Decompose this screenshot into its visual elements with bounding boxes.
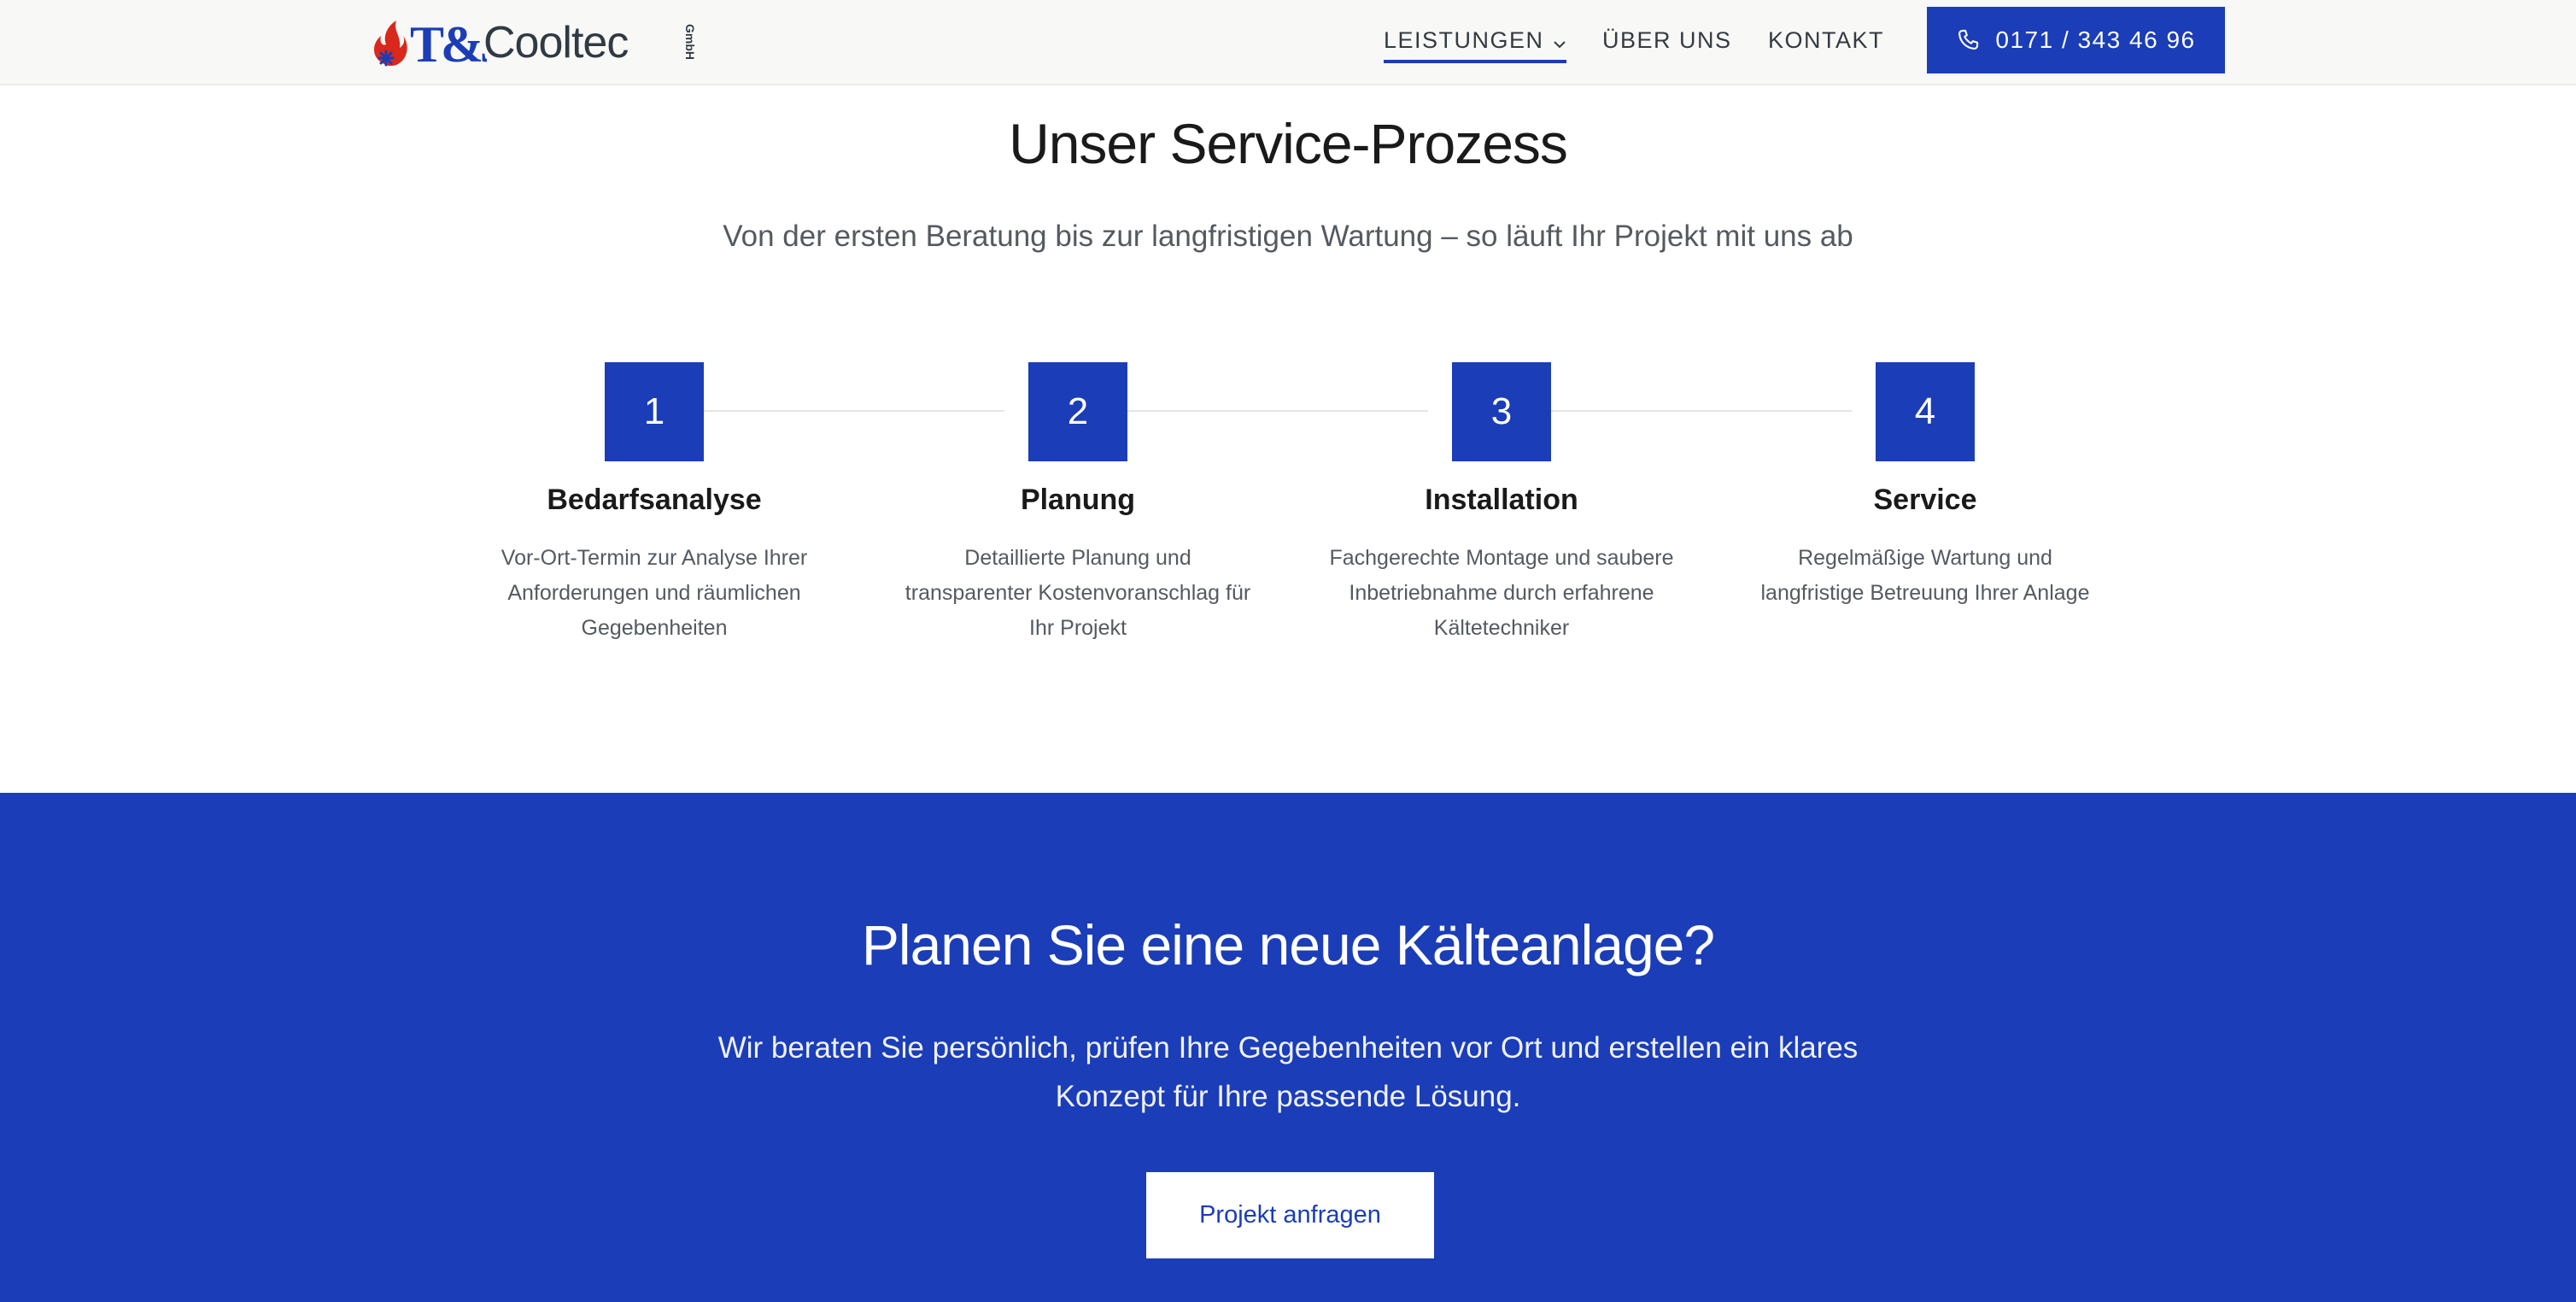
step-title: Bedarfsanalyse — [547, 484, 762, 516]
project-request-button[interactable]: Projekt anfragen — [1146, 1172, 1434, 1258]
step-number: 4 — [1876, 362, 1975, 461]
nav-ueber-uns[interactable]: ÜBER UNS — [1602, 27, 1732, 54]
step-title: Service — [1873, 484, 1977, 516]
nav-leistungen[interactable]: LEISTUNGEN — [1384, 27, 1566, 64]
step-number: 1 — [605, 362, 704, 461]
step-description: Vor-Ort-Termin zur Analyse Ihrer Anforde… — [501, 546, 808, 640]
step-number: 2 — [1028, 362, 1127, 461]
chevron-down-icon — [1553, 28, 1566, 55]
nav-leistungen-label: LEISTUNGEN — [1384, 27, 1544, 53]
step-description: Regelmäßige Wartung und langfristige Bet… — [1760, 546, 2090, 605]
step-description: Fachgerechte Montage und saubere Inbetri… — [1329, 546, 1674, 640]
phone-number: 0171 / 343 46 96 — [1995, 26, 2196, 53]
process-title: Unser Service-Prozess — [1009, 112, 1568, 175]
nav-kontakt[interactable]: KONTAKT — [1768, 27, 1884, 54]
phone-icon — [1958, 29, 1979, 50]
step-title: Installation — [1425, 484, 1578, 516]
process-step: 3 Installation Fachgerechte Montage und … — [1314, 362, 1689, 646]
step-title: Planung — [1020, 484, 1136, 516]
step-description: Detaillierte Planung und transparenter K… — [905, 546, 1251, 640]
phone-button[interactable]: 0171 / 343 46 96 — [1927, 7, 2225, 73]
cta-title: Planen Sie eine neue Kälteanlage? — [861, 913, 1715, 976]
process-step: 4 Service Regelmäßige Wartung und langfr… — [1737, 362, 2113, 611]
logo-wordmark: Cooltec — [483, 18, 629, 67]
process-subtitle: Von der ersten Beratung bis zur langfris… — [723, 220, 1853, 253]
snowflake-icon — [378, 50, 395, 67]
site-header: T&J Cooltec GmbH LEISTUNGEN ÜBER UNS KON… — [0, 0, 2576, 85]
cta-text: Wir beraten Sie persönlich, prüfen Ihre … — [717, 1031, 1859, 1113]
step-number: 3 — [1452, 362, 1551, 461]
process-step: 2 Planung Detaillierte Planung und trans… — [890, 362, 1266, 646]
logo-mark: T&J — [374, 16, 487, 73]
cta-section: Planen Sie eine neue Kälteanlage? Wir be… — [0, 793, 2576, 1302]
logo-suffix: GmbH — [683, 24, 697, 60]
logo-mark-text: T&J — [410, 16, 487, 73]
process-step: 1 Bedarfsanalyse Vor-Ort-Termin zur Anal… — [466, 362, 842, 646]
